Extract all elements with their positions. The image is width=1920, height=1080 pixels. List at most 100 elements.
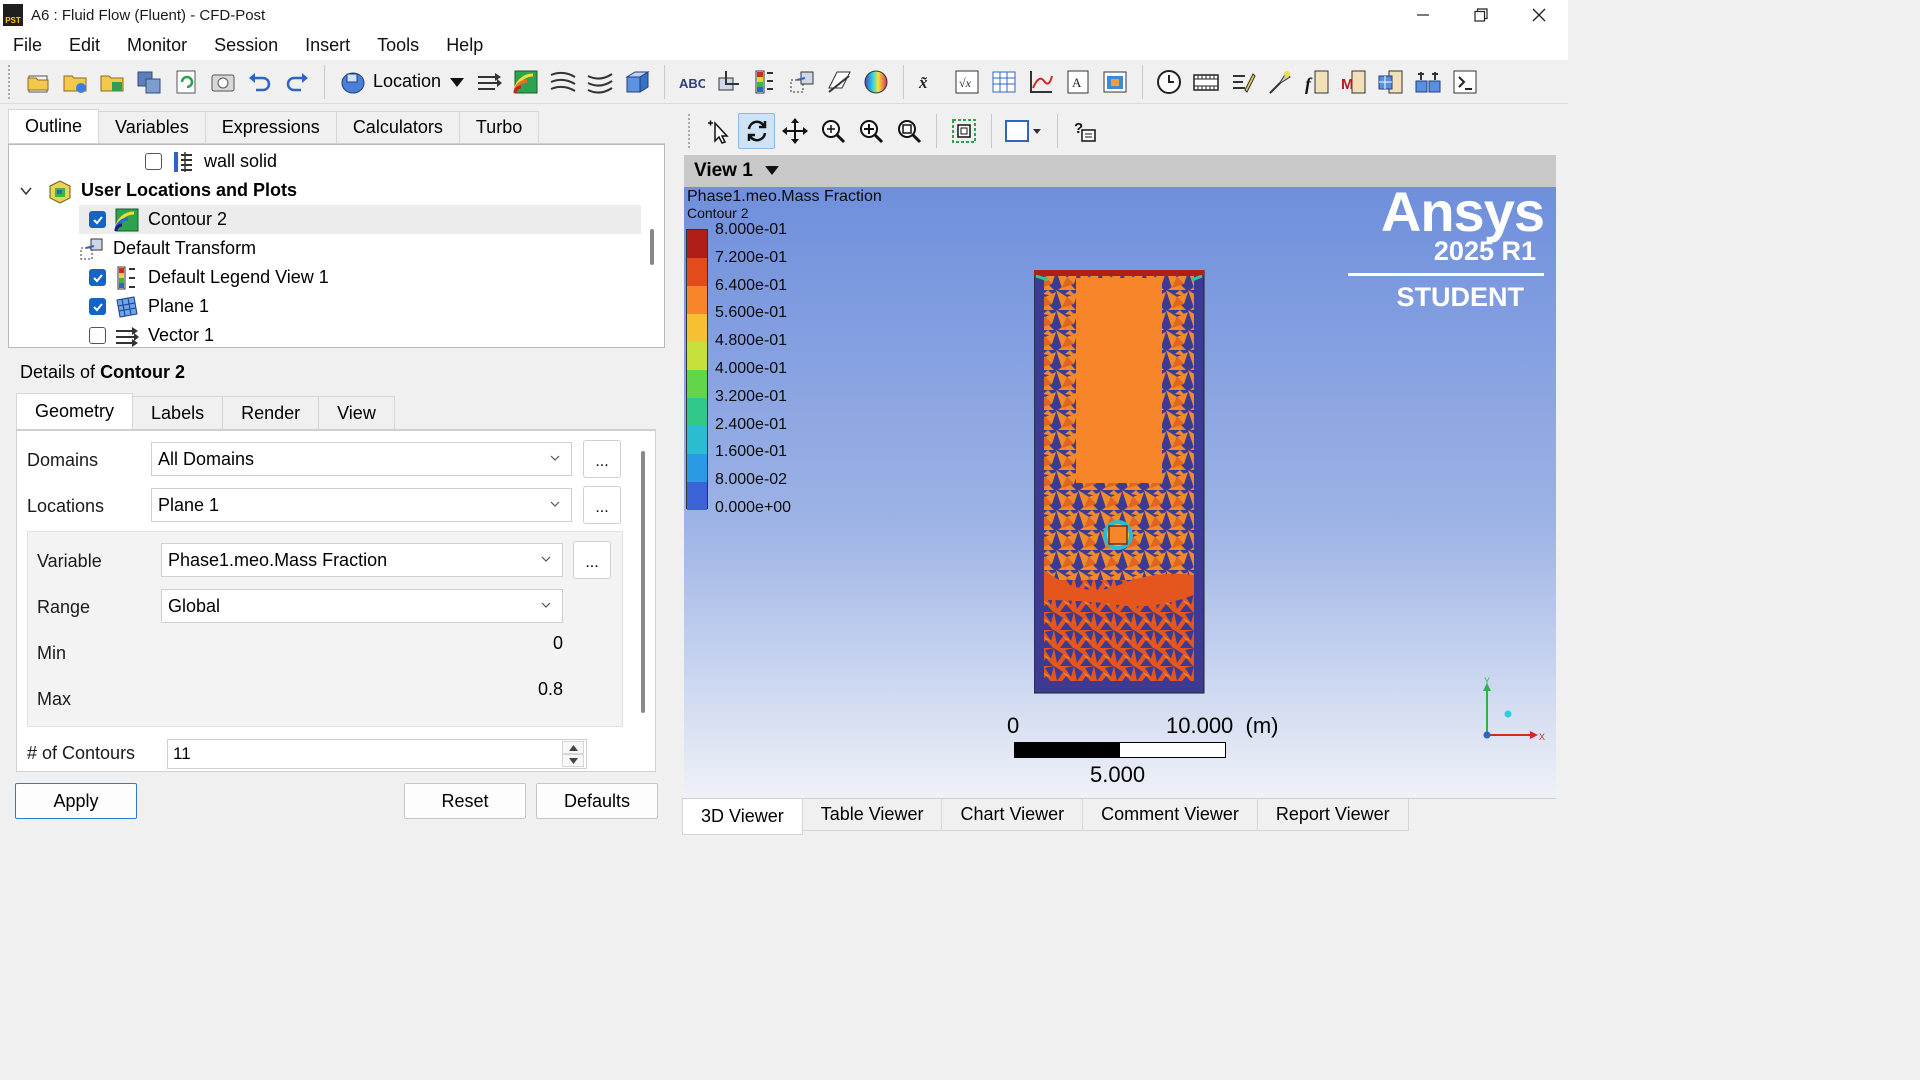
tab-report-viewer[interactable]: Report Viewer (1256, 799, 1409, 831)
tab-3d-viewer[interactable]: 3D Viewer (682, 799, 803, 835)
tab-calculators[interactable]: Calculators (335, 111, 460, 143)
load-state-button[interactable] (94, 64, 130, 100)
spin-up-button[interactable] (562, 741, 584, 754)
tree-scrollbar[interactable] (650, 229, 654, 265)
function-calculator-button[interactable]: f (1299, 64, 1335, 100)
vector-button[interactable] (471, 64, 507, 100)
menu-help[interactable]: Help (446, 35, 483, 56)
contour-2-checkbox[interactable] (89, 211, 106, 228)
collapse-arrow-icon[interactable] (19, 184, 33, 198)
menu-tools[interactable]: Tools (377, 35, 419, 56)
tab-chart-viewer[interactable]: Chart Viewer (941, 799, 1084, 831)
tab-labels[interactable]: Labels (132, 396, 224, 429)
highlight-button[interactable] (945, 113, 982, 149)
undo-button[interactable] (242, 64, 278, 100)
apply-button[interactable]: Apply (15, 783, 137, 819)
rotate-button[interactable] (738, 113, 775, 149)
quick-editor-button[interactable] (1225, 64, 1261, 100)
reset-button[interactable]: Reset (404, 783, 526, 819)
figure-button[interactable] (1097, 64, 1133, 100)
save-state-button[interactable] (131, 64, 167, 100)
animation-button[interactable] (1188, 64, 1224, 100)
spin-down-button[interactable] (562, 754, 584, 767)
open-file-button[interactable] (20, 64, 56, 100)
menu-insert[interactable]: Insert (305, 35, 350, 56)
menu-edit[interactable]: Edit (69, 35, 100, 56)
color-map-button[interactable] (858, 64, 894, 100)
volume-rendering-button[interactable] (619, 64, 655, 100)
tab-turbo[interactable]: Turbo (458, 111, 540, 143)
variable-button[interactable]: x̃ (912, 64, 948, 100)
table-button[interactable] (986, 64, 1022, 100)
location-dropdown[interactable]: Location (333, 64, 471, 100)
domains-more-button[interactable]: ... (583, 440, 621, 478)
tab-render[interactable]: Render (222, 396, 320, 429)
help-context-button[interactable]: ? (1066, 113, 1103, 149)
command-editor-button[interactable] (1447, 64, 1483, 100)
chart-button[interactable] (1023, 64, 1059, 100)
redo-button[interactable] (279, 64, 315, 100)
tab-outline[interactable]: Outline (8, 109, 100, 143)
variable-select[interactable]: Phase1.meo.Mass Fraction (161, 543, 563, 577)
tab-geometry[interactable]: Geometry (16, 393, 134, 429)
tree-item-default-legend[interactable]: Default Legend View 1 (89, 263, 329, 292)
fit-view-button[interactable] (890, 113, 927, 149)
tree-item-vector-1[interactable]: Vector 1 (89, 321, 214, 347)
menu-monitor[interactable]: Monitor (127, 35, 187, 56)
menu-file[interactable]: File (13, 35, 42, 56)
contours-spinbox[interactable]: 11 (167, 739, 587, 769)
screenshot-button[interactable] (205, 64, 241, 100)
streamline-button[interactable] (545, 64, 581, 100)
vector-1-checkbox[interactable] (89, 327, 106, 344)
tab-comment-viewer[interactable]: Comment Viewer (1082, 799, 1258, 831)
tree-item-plane-1[interactable]: Plane 1 (89, 292, 209, 321)
comment-button[interactable]: A (1060, 64, 1096, 100)
plane-1-checkbox[interactable] (89, 298, 106, 315)
probe-button[interactable] (1262, 64, 1298, 100)
particle-track-button[interactable] (582, 64, 618, 100)
range-select[interactable]: Global (161, 589, 563, 623)
defaults-button[interactable]: Defaults (536, 783, 658, 819)
menu-session[interactable]: Session (214, 35, 278, 56)
reload-button[interactable] (168, 64, 204, 100)
tab-view[interactable]: View (318, 396, 395, 429)
coordinate-frame-button[interactable] (710, 64, 746, 100)
wall-solid-checkbox[interactable] (145, 153, 162, 170)
tab-expressions[interactable]: Expressions (204, 111, 337, 143)
tree-item-wall-solid[interactable]: wall solid (145, 147, 277, 176)
contour-button[interactable] (508, 64, 544, 100)
pan-button[interactable] (776, 113, 813, 149)
mesh-calculator-button[interactable] (1373, 64, 1409, 100)
variable-more-button[interactable]: ... (573, 541, 611, 579)
3d-viewport[interactable]: Phase1.meo.Mass Fraction Contour 2 8.000… (684, 187, 1556, 797)
domains-select[interactable]: All Domains (151, 442, 572, 476)
tree-item-contour-2[interactable]: Contour 2 (79, 205, 641, 234)
zoom-box-button[interactable] (852, 113, 889, 149)
load-results-button[interactable] (57, 64, 93, 100)
max-value[interactable]: 0.8 (468, 679, 563, 700)
tab-table-viewer[interactable]: Table Viewer (801, 799, 943, 831)
tree-item-default-transform[interactable]: Default Transform (79, 234, 256, 263)
view-selector[interactable]: View 1 (684, 155, 1556, 187)
details-scrollbar[interactable] (641, 451, 645, 713)
viewport-layout-dropdown[interactable] (1000, 113, 1048, 149)
legend-button[interactable] (747, 64, 783, 100)
restore-button[interactable] (1452, 0, 1510, 30)
minimize-button[interactable] (1394, 0, 1452, 30)
locations-more-button[interactable]: ... (583, 486, 621, 524)
close-button[interactable] (1510, 0, 1568, 30)
case-comparison-button[interactable] (1410, 64, 1446, 100)
expression-button[interactable]: √x (949, 64, 985, 100)
clip-plane-button[interactable] (821, 64, 857, 100)
min-value[interactable]: 0 (468, 633, 563, 654)
select-button[interactable] (700, 113, 737, 149)
tab-variables[interactable]: Variables (98, 111, 206, 143)
text-button[interactable]: ABC (673, 64, 709, 100)
macro-calculator-button[interactable]: M (1336, 64, 1372, 100)
instance-transform-button[interactable] (784, 64, 820, 100)
default-legend-checkbox[interactable] (89, 269, 106, 286)
tree-item-user-locations[interactable]: User Locations and Plots (19, 176, 297, 205)
zoom-button[interactable] (814, 113, 851, 149)
locations-select[interactable]: Plane 1 (151, 488, 572, 522)
timestep-button[interactable] (1151, 64, 1187, 100)
